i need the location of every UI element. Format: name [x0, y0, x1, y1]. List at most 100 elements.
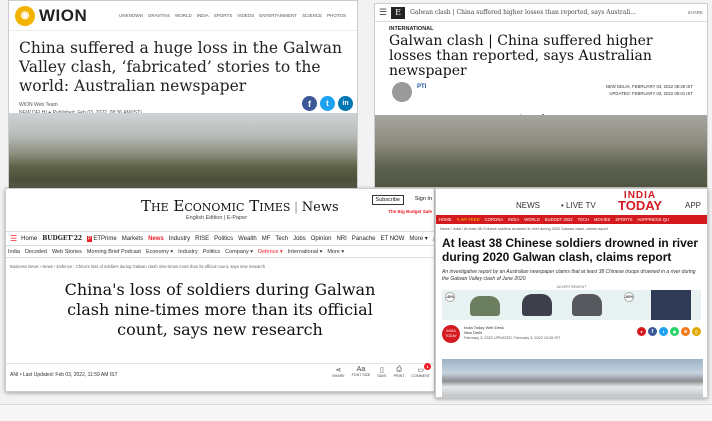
- it-nav-item[interactable]: MY FEED: [461, 217, 480, 222]
- subscribe-button[interactable]: Subscribe: [371, 195, 404, 205]
- et-nav-wealth[interactable]: Wealth: [238, 236, 257, 242]
- email-icon[interactable]: ✉: [681, 327, 690, 336]
- et-nav-budget[interactable]: BUDGET'22: [42, 235, 82, 242]
- ie-hero-image: [375, 115, 707, 187]
- share-button[interactable]: ⋖ SHARE: [332, 366, 344, 378]
- et-nav-mf[interactable]: MF: [262, 236, 271, 242]
- et-nav-home[interactable]: Home: [21, 236, 37, 242]
- et-subnav-item[interactable]: Morning Brief Podcast: [87, 249, 141, 255]
- et-subnav-item[interactable]: Industry: [178, 249, 198, 255]
- wion-nav-item[interactable]: UNKNOWN: [119, 13, 143, 18]
- et-nav-tech[interactable]: Tech: [275, 236, 288, 242]
- et-subnav-item[interactable]: More ▾: [327, 249, 344, 255]
- wion-logo[interactable]: WION: [39, 6, 87, 26]
- it-nav-item[interactable]: MOVIES: [594, 217, 610, 222]
- it-nav-news[interactable]: NEWS: [516, 201, 540, 210]
- et-subnav-item[interactable]: Company ▾: [225, 249, 253, 255]
- et-logo[interactable]: The Economic Times: [141, 197, 290, 215]
- it-nav-item[interactable]: HAPPINESS QU: [638, 217, 669, 222]
- it-ad-banner[interactable]: -40% -60%: [442, 290, 701, 320]
- comment-icon[interactable]: ●: [637, 327, 646, 336]
- facebook-icon[interactable]: f: [302, 96, 317, 111]
- et-subnav-item[interactable]: Web Stories: [52, 249, 82, 255]
- it-nav-item[interactable]: CORONA: [485, 217, 503, 222]
- bookmark-icon[interactable]: ▯: [692, 327, 701, 336]
- et-nav-etnow[interactable]: ET NOW: [380, 236, 404, 242]
- et-nav-industry[interactable]: Industry: [169, 236, 190, 242]
- ie-section[interactable]: INTERNATIONAL: [375, 22, 707, 32]
- et-nav-opinion[interactable]: Opinion: [311, 236, 332, 242]
- wion-nav-item[interactable]: ENTERTAINMENT: [259, 13, 297, 18]
- it-nav-bar: HOME ✎ MY FEED CORONA INDIA WORLD BUDGET…: [436, 215, 707, 224]
- ad-product-image: [572, 294, 602, 316]
- et-nav-nri[interactable]: NRI: [336, 236, 346, 242]
- breadcrumb[interactable]: News / India / At least 38 Chinese soldi…: [436, 224, 707, 231]
- it-nav-item[interactable]: BUDGET 2022: [545, 217, 573, 222]
- breadcrumb[interactable]: Business News › News › Defence › China's…: [6, 258, 434, 269]
- et-nav-more[interactable]: More ▾: [409, 235, 427, 242]
- it-logo[interactable]: INDIA TODAY: [618, 191, 662, 213]
- it-nav-item[interactable]: SPORTS: [615, 217, 632, 222]
- it-nav-item[interactable]: TECH: [578, 217, 589, 222]
- et-promo[interactable]: The Big Budget Sale: [388, 209, 432, 214]
- wion-nav-item[interactable]: WORLD: [175, 13, 192, 18]
- et-nav-etprime[interactable]: ETPrime: [93, 236, 116, 242]
- facebook-icon[interactable]: f: [648, 327, 657, 336]
- ie-author[interactable]: PTI: [417, 84, 426, 90]
- et-logo-group[interactable]: The Economic Times | News: [141, 197, 339, 215]
- et-subnav-item[interactable]: Economy ▾: [146, 249, 173, 255]
- wion-logo-icon[interactable]: ◉: [15, 5, 35, 26]
- print-icon: ⎙: [396, 366, 402, 373]
- et-subnav-item[interactable]: Politics: [203, 249, 220, 255]
- et-subnav-item[interactable]: Defence ▾: [258, 249, 283, 255]
- wion-nav-item[interactable]: VIDEOS: [237, 13, 254, 18]
- hamburger-menu-icon[interactable]: ☰: [10, 234, 17, 243]
- wion-headline: China suffered a huge loss in the Galwan…: [19, 39, 343, 95]
- wion-author[interactable]: WION Web Team: [19, 102, 347, 108]
- it-nav-app[interactable]: APP: [685, 201, 701, 210]
- twitter-icon[interactable]: t: [659, 327, 668, 336]
- et-epaper[interactable]: E-Paper: [227, 215, 247, 221]
- et-nav-jobs[interactable]: Jobs: [293, 236, 306, 242]
- et-subnav-item[interactable]: International ▾: [288, 249, 323, 255]
- wion-share-bar: f t in: [302, 96, 353, 111]
- save-button[interactable]: ▯ SAVE: [377, 366, 386, 378]
- et-main-nav: ☰ Home BUDGET'22 P ETPrime Markets News …: [6, 231, 434, 245]
- it-nav-livetv[interactable]: • LIVE TV: [561, 201, 596, 210]
- et-nav-news[interactable]: News: [148, 236, 164, 242]
- twitter-icon[interactable]: t: [320, 96, 335, 111]
- hamburger-menu-icon[interactable]: ☰: [379, 7, 387, 18]
- share-icon: ⋖: [335, 367, 342, 374]
- wion-nav-item[interactable]: GRAVITAS: [148, 13, 170, 18]
- wion-nav-item[interactable]: INDIA: [197, 13, 209, 18]
- save-label: SAVE: [377, 374, 387, 378]
- wion-nav-item[interactable]: SCIENCE: [302, 13, 322, 18]
- it-nav-item[interactable]: HOME: [439, 217, 452, 222]
- et-nav-rise[interactable]: RISE: [195, 236, 209, 242]
- wion-nav-item[interactable]: PHOTOS: [327, 13, 346, 18]
- it-nav-item[interactable]: WORLD: [524, 217, 540, 222]
- whatsapp-icon[interactable]: ◉: [670, 327, 679, 336]
- font-size-button[interactable]: Aa FONT SIZE: [352, 366, 371, 378]
- ie-logo-icon[interactable]: E: [391, 6, 406, 19]
- et-nav-panache[interactable]: Panache: [352, 236, 376, 242]
- wion-nav-item[interactable]: SPORTS: [214, 13, 232, 18]
- et-subnav-item[interactable]: Decoded: [25, 249, 47, 255]
- print-button[interactable]: ⎙ PRINT: [394, 366, 405, 378]
- ie-share-label[interactable]: SHARE: [687, 10, 703, 15]
- search-icon[interactable]: ⌕: [433, 234, 434, 244]
- et-logo-news[interactable]: News: [302, 200, 339, 215]
- wion-nav: UNKNOWN GRAVITAS WORLD INDIA SPORTS VIDE…: [119, 13, 351, 18]
- wion-hero-image: [9, 113, 357, 199]
- it-nav-item[interactable]: INDIA: [508, 217, 519, 222]
- et-nav-markets[interactable]: Markets: [122, 236, 143, 242]
- etprime-icon[interactable]: P: [87, 235, 93, 242]
- avatar: [392, 82, 412, 102]
- et-nav-politics[interactable]: Politics: [214, 236, 233, 242]
- comment-button[interactable]: ▭ COMMENT 1: [411, 363, 431, 378]
- et-subnav-item[interactable]: India: [8, 249, 20, 255]
- linkedin-icon[interactable]: in: [338, 96, 353, 111]
- ie-meta-row: PTI NEW DELHI, FEBRUARY 03, 2022 08:28 I…: [389, 82, 693, 112]
- signin-link[interactable]: Sign In: [415, 196, 432, 202]
- et-edition[interactable]: English Edition: [186, 215, 222, 221]
